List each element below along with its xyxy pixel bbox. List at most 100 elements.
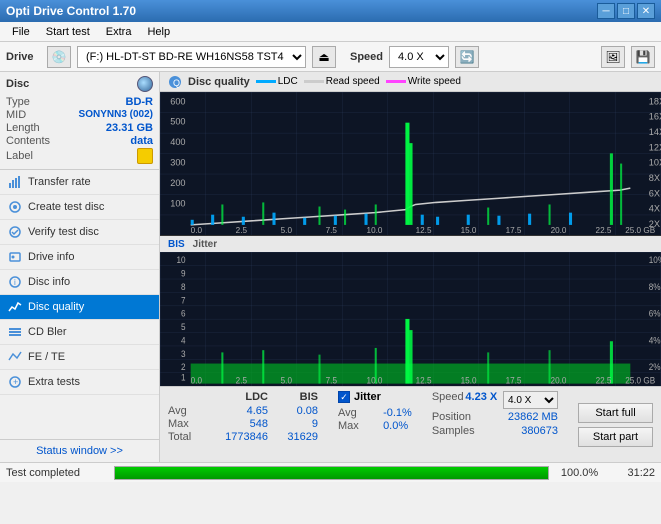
jitter-label: Jitter — [193, 239, 217, 250]
sidebar-item-disc-info[interactable]: i Disc info — [0, 270, 159, 295]
sidebar-label-cd-bler: CD Bler — [28, 326, 67, 338]
action-buttons: Start full Start part — [578, 403, 653, 447]
svg-text:2.5: 2.5 — [236, 375, 248, 385]
menu-start-test[interactable]: Start test — [38, 24, 98, 40]
svg-text:2: 2 — [181, 362, 186, 372]
menu-file[interactable]: File — [4, 24, 38, 40]
start-full-button[interactable]: Start full — [578, 403, 653, 423]
row-max-ldc: 548 — [210, 418, 268, 430]
speed-select[interactable]: 4.0 X MAX 8.0 X — [389, 46, 449, 68]
disc-info-icon: i — [8, 275, 22, 289]
sidebar-item-verify-test-disc[interactable]: Verify test disc — [0, 220, 159, 245]
svg-text:10%: 10% — [649, 255, 661, 265]
refresh-drive-button[interactable]: 🔄 — [455, 46, 479, 68]
disc-icon — [137, 76, 153, 92]
status-window-button[interactable]: Status window >> — [0, 439, 159, 462]
progress-bar-container — [114, 466, 549, 480]
svg-text:12.5: 12.5 — [416, 226, 432, 235]
transfer-rate-icon — [8, 175, 22, 189]
info-button[interactable]: 🖼 — [601, 46, 625, 68]
row-total-ldc: 1773846 — [210, 431, 268, 443]
chart-header: Q Disc quality LDC Read speed Write spee… — [160, 72, 661, 92]
length-label: Length — [6, 122, 40, 134]
sidebar-item-transfer-rate[interactable]: Transfer rate — [0, 170, 159, 195]
menu-help[interactable]: Help — [139, 24, 178, 40]
maximize-button[interactable]: □ — [617, 3, 635, 19]
svg-text:Q: Q — [173, 78, 180, 88]
status-text: Test completed — [6, 467, 106, 479]
jitter-max-val: 0.0% — [383, 420, 408, 432]
close-button[interactable]: ✕ — [637, 3, 655, 19]
sidebar-item-drive-info[interactable]: Drive info — [0, 245, 159, 270]
jitter-avg-label: Avg — [338, 407, 380, 419]
svg-text:0.0: 0.0 — [191, 226, 203, 235]
menu-extra[interactable]: Extra — [98, 24, 140, 40]
progress-percent: 100.0% — [557, 467, 602, 479]
svg-text:100: 100 — [170, 199, 185, 209]
col-header-ldc: LDC — [210, 391, 268, 403]
contents-label: Contents — [6, 135, 50, 147]
svg-text:8%: 8% — [649, 282, 661, 292]
bis-label: BIS — [168, 239, 185, 250]
drive-info-icon — [8, 250, 22, 264]
position-value: 23862 MB — [508, 411, 558, 423]
row-avg-ldc: 4.65 — [210, 405, 268, 417]
disc-quality-icon — [8, 300, 22, 314]
jitter-checkbox[interactable]: ✓ — [338, 391, 350, 403]
svg-text:3: 3 — [181, 349, 186, 359]
svg-text:7.5: 7.5 — [326, 375, 338, 385]
svg-text:1: 1 — [181, 372, 186, 382]
sidebar-item-create-test-disc[interactable]: Create test disc — [0, 195, 159, 220]
speed-section-value: 4.23 X — [465, 391, 497, 409]
svg-text:300: 300 — [170, 158, 185, 168]
drive-toolbar: Drive 💿 (F:) HL-DT-ST BD-RE WH16NS58 TST… — [0, 42, 661, 72]
mid-label: MID — [6, 109, 26, 121]
svg-text:5: 5 — [181, 322, 186, 332]
speed-section-label: Speed — [432, 391, 464, 409]
start-part-button[interactable]: Start part — [578, 427, 653, 447]
speed-position-section: Speed 4.23 X 4.0 X Position 23862 MB Sam… — [432, 391, 558, 437]
svg-text:4X: 4X — [649, 204, 660, 214]
sidebar-item-fe-te[interactable]: FE / TE — [0, 345, 159, 370]
col-header-bis: BIS — [268, 391, 318, 403]
ldc-bis-table: LDC BIS Avg 4.65 0.08 Max 548 9 Total 17… — [168, 391, 318, 443]
jitter-section: ✓ Jitter Avg -0.1% Max 0.0% — [338, 391, 412, 433]
svg-text:10: 10 — [176, 255, 185, 265]
legend-read-speed: Read speed — [304, 76, 380, 87]
save-button[interactable]: 💾 — [631, 46, 655, 68]
row-avg-bis: 0.08 — [268, 405, 318, 417]
legend-read-speed-color — [304, 80, 324, 83]
drive-icon-btn[interactable]: 💿 — [47, 46, 71, 68]
sidebar-item-cd-bler[interactable]: CD Bler — [0, 320, 159, 345]
eject-button[interactable]: ⏏ — [312, 46, 336, 68]
speed-section-select[interactable]: 4.0 X — [503, 391, 558, 409]
minimize-button[interactable]: ─ — [597, 3, 615, 19]
menu-bar: File Start test Extra Help — [0, 22, 661, 42]
progress-bar — [115, 467, 548, 479]
speed-label: Speed — [350, 51, 383, 63]
sidebar-label-disc-quality: Disc quality — [28, 301, 84, 313]
svg-text:22.5: 22.5 — [596, 375, 612, 385]
svg-text:15.0: 15.0 — [461, 375, 477, 385]
sidebar-item-disc-quality[interactable]: Disc quality — [0, 295, 159, 320]
length-value: 23.31 GB — [106, 122, 153, 134]
sidebar-item-extra-tests[interactable]: + Extra tests — [0, 370, 159, 395]
svg-text:6: 6 — [181, 308, 186, 318]
svg-text:0.0: 0.0 — [191, 375, 203, 385]
svg-text:200: 200 — [170, 178, 185, 188]
app-title: Opti Drive Control 1.70 — [6, 4, 136, 18]
legend-ldc: LDC — [256, 76, 298, 87]
svg-text:22.5: 22.5 — [596, 226, 612, 235]
contents-value: data — [130, 135, 153, 147]
drive-select[interactable]: (F:) HL-DT-ST BD-RE WH16NS58 TST4 — [77, 46, 306, 68]
disc-info-section: Disc Type BD-R MID SONYNN3 (002) Length … — [0, 72, 159, 170]
svg-text:2.5: 2.5 — [236, 226, 248, 235]
nav-menu: Transfer rate Create test disc Verify te… — [0, 170, 159, 439]
chart-header-icon: Q — [168, 75, 182, 89]
svg-text:10.0: 10.0 — [367, 226, 383, 235]
svg-text:12X: 12X — [649, 142, 661, 152]
row-max-label: Max — [168, 418, 210, 430]
sidebar-label-transfer-rate: Transfer rate — [28, 176, 91, 188]
right-panel: Q Disc quality LDC Read speed Write spee… — [160, 72, 661, 462]
ldc-chart: 600 500 400 300 200 100 18X 16X 14X 12X … — [160, 92, 661, 235]
